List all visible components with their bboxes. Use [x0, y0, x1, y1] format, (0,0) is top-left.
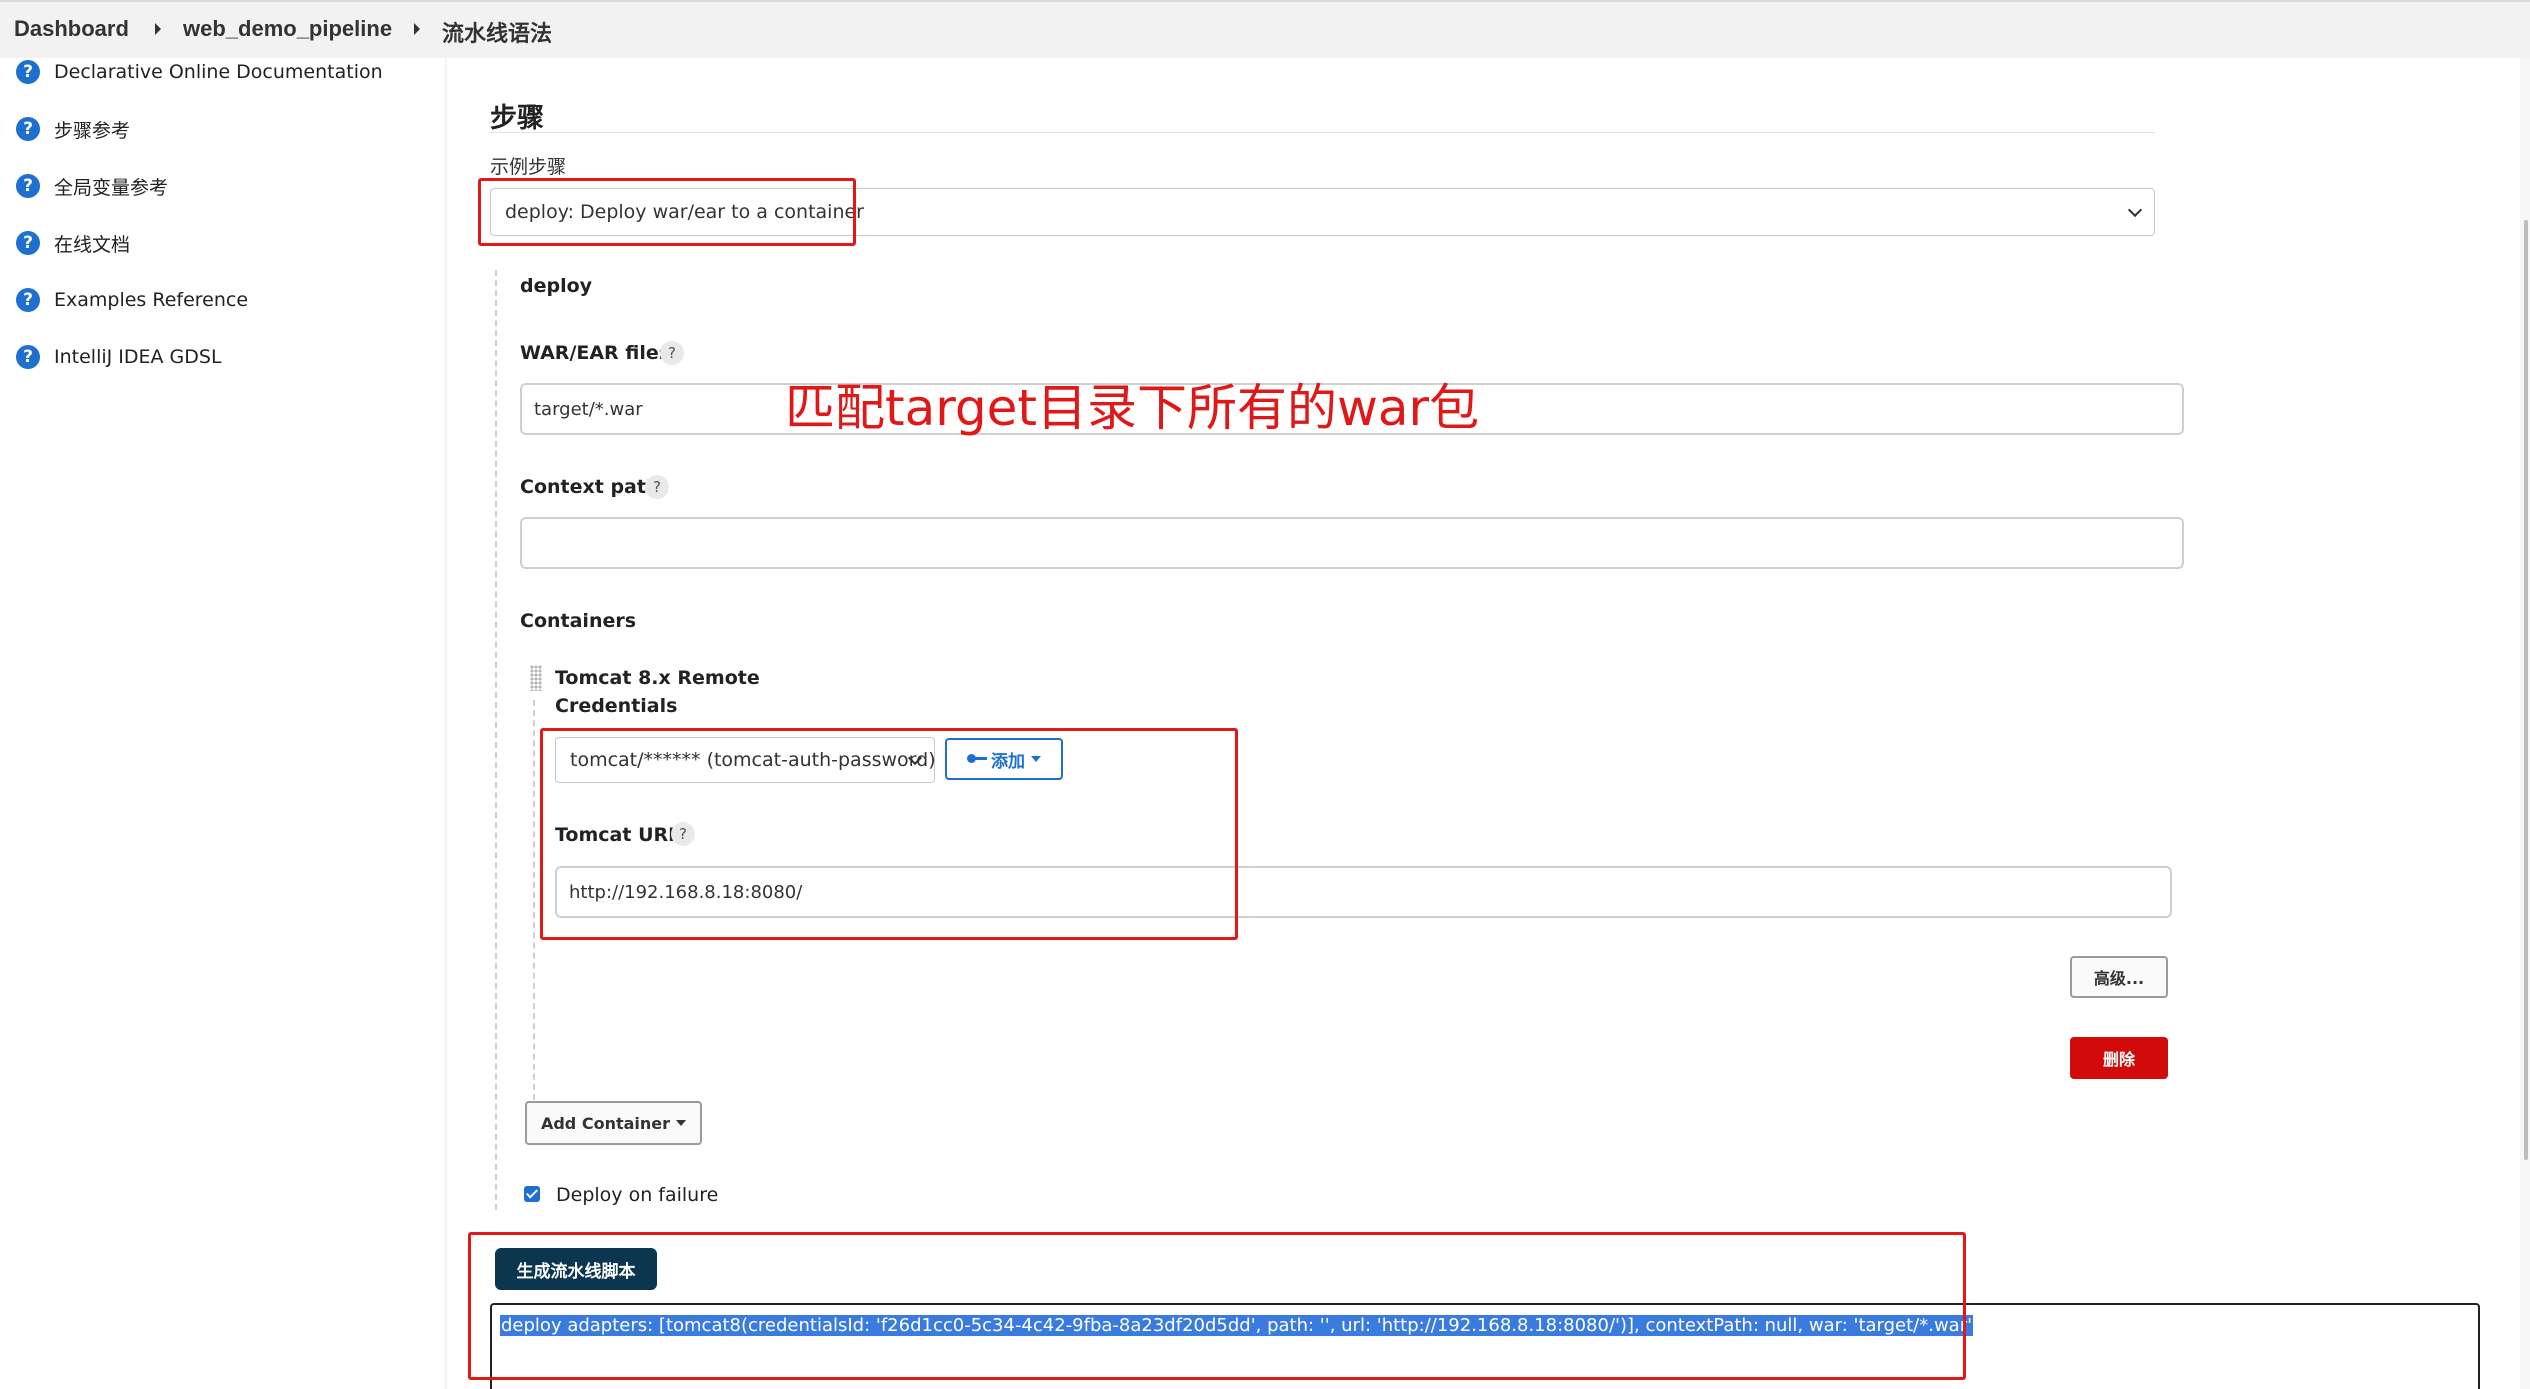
breadcrumb-item-pipeline-syntax[interactable]: 流水线语法 [442, 16, 552, 48]
help-circle-icon: ? [16, 60, 40, 84]
delete-container-button[interactable]: 删除 [2070, 1037, 2168, 1079]
annotation-box-generate [468, 1232, 1966, 1380]
step-name: deploy [520, 275, 593, 297]
help-circle-icon: ? [16, 345, 40, 369]
step-config-guide [495, 270, 497, 1210]
sidebar: ? Declarative Online Documentation ? 步骤参… [0, 58, 445, 1389]
war-files-label: WAR/EAR files [520, 342, 671, 364]
containers-label: Containers [520, 610, 637, 632]
section-divider [490, 132, 2155, 133]
drag-handle-icon[interactable] [530, 665, 542, 691]
breadcrumb-separator-icon [414, 23, 420, 35]
help-circle-icon: ? [16, 174, 40, 198]
container-guide [533, 700, 535, 1100]
advanced-button[interactable]: 高级... [2070, 956, 2168, 998]
breadcrumb: Dashboard web_demo_pipeline 流水线语法 [0, 0, 2530, 58]
help-circle-icon: ? [16, 288, 40, 312]
sidebar-item-label: 步骤参考 [54, 119, 131, 142]
sidebar-item-label: 在线文档 [54, 233, 131, 256]
scrollbar-thumb[interactable] [2524, 220, 2528, 1160]
sidebar-item-label: Examples Reference [54, 289, 249, 311]
breadcrumb-item-dashboard[interactable]: Dashboard [14, 16, 129, 42]
help-circle-icon: ? [16, 117, 40, 141]
deploy-on-failure-label: Deploy on failure [556, 1184, 719, 1206]
sidebar-item-online-docs[interactable]: ? 在线文档 [16, 228, 130, 258]
sidebar-item-examples-reference[interactable]: ? Examples Reference [16, 285, 248, 315]
help-icon[interactable]: ? [645, 475, 669, 499]
sidebar-item-label: 全局变量参考 [54, 176, 169, 199]
sidebar-divider [445, 58, 447, 1389]
context-path-label: Context path [520, 476, 660, 498]
section-title-steps: 步骤 [490, 103, 544, 134]
add-container-label: Add Container [540, 1113, 671, 1133]
sidebar-item-label: IntelliJ IDEA GDSL [54, 346, 222, 368]
caret-down-icon [676, 1120, 687, 1126]
breadcrumb-separator-icon [155, 23, 161, 35]
annotation-text: 匹配target目录下所有的war包 [785, 379, 1480, 437]
deploy-on-failure-checkbox[interactable] [524, 1186, 540, 1202]
sidebar-item-intellij-gdsl[interactable]: ? IntelliJ IDEA GDSL [16, 342, 222, 372]
credentials-label: Credentials [555, 695, 678, 717]
annotation-box-sample-step [478, 178, 856, 246]
sidebar-item-declarative-docs[interactable]: ? Declarative Online Documentation [16, 57, 383, 87]
sidebar-item-global-vars[interactable]: ? 全局变量参考 [16, 171, 168, 201]
help-icon[interactable]: ? [660, 341, 684, 365]
chevron-down-icon [2127, 202, 2143, 218]
sidebar-item-label: Declarative Online Documentation [54, 61, 383, 83]
annotation-box-container [540, 728, 1238, 940]
breadcrumb-item-pipeline[interactable]: web_demo_pipeline [183, 16, 392, 42]
context-path-input[interactable] [520, 517, 2184, 569]
help-circle-icon: ? [16, 231, 40, 255]
container-title: Tomcat 8.x Remote [555, 667, 760, 689]
sample-step-label: 示例步骤 [490, 156, 567, 178]
add-container-button[interactable]: Add Container [525, 1101, 702, 1145]
sidebar-item-steps-reference[interactable]: ? 步骤参考 [16, 114, 130, 144]
